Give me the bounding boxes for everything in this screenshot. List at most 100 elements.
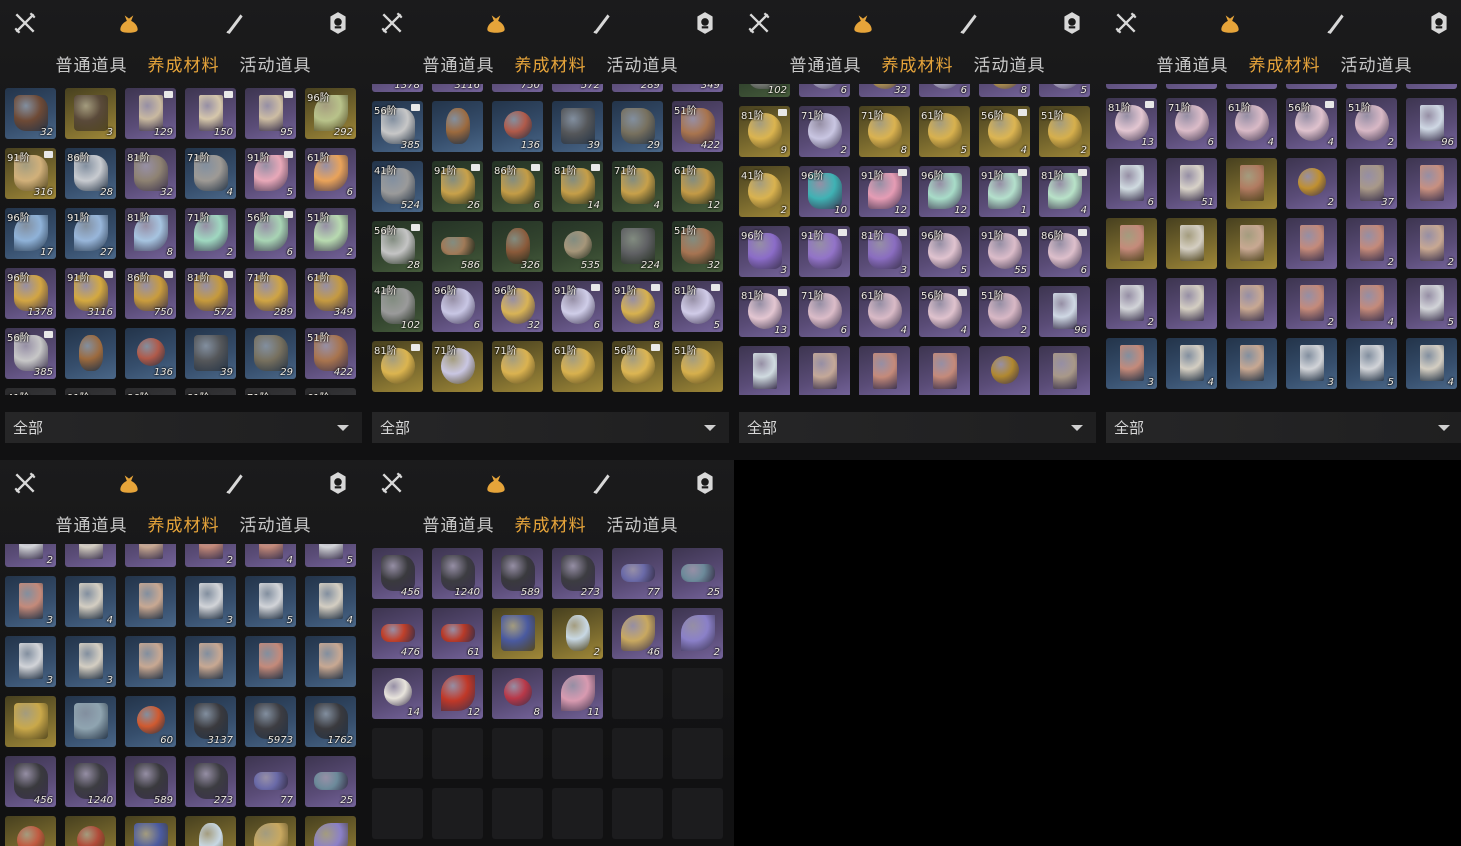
item-slot[interactable]: 41阶102	[372, 281, 423, 332]
item-slot[interactable]: 136	[492, 101, 543, 152]
item-slot[interactable]: 1762	[305, 696, 356, 747]
tab-0[interactable]: 普通道具	[56, 511, 128, 536]
item-slot[interactable]: 91阶6	[919, 84, 970, 97]
item-slot[interactable]: 3137	[185, 696, 236, 747]
item-slot[interactable]: 96阶 17	[5, 208, 56, 259]
item-slot[interactable]: 71阶	[432, 341, 483, 392]
badge-icon[interactable]	[690, 468, 720, 498]
item-slot[interactable]: 29	[245, 328, 296, 379]
item-slot[interactable]: 81阶 3	[859, 226, 910, 277]
item-slot[interactable]	[5, 696, 56, 747]
scroll-brush-icon[interactable]	[219, 8, 249, 38]
badge-icon[interactable]	[323, 8, 353, 38]
item-slot[interactable]: 273	[185, 756, 236, 807]
item-slot[interactable]: 41阶 2	[739, 166, 790, 217]
item-slot[interactable]: 96	[1406, 98, 1457, 149]
item-slot[interactable]	[185, 636, 236, 687]
item-slot[interactable]: 71阶 2	[185, 208, 236, 259]
item-slot[interactable]	[859, 346, 910, 395]
pouch-icon[interactable]	[481, 8, 511, 38]
filter-dropdown[interactable]: 全部	[739, 412, 1096, 443]
item-slot[interactable]: 91阶 5	[245, 148, 296, 199]
swords-icon[interactable]	[377, 8, 407, 38]
item-slot[interactable]: 81阶	[372, 341, 423, 392]
tab-2[interactable]: 活动道具	[974, 51, 1046, 76]
pouch-icon[interactable]	[481, 468, 511, 498]
item-slot[interactable]	[1106, 218, 1157, 269]
item-slot[interactable]: 60	[125, 696, 176, 747]
item-slot[interactable]: 71阶 4	[185, 148, 236, 199]
item-slot[interactable]: 37	[1346, 158, 1397, 209]
item-slot[interactable]	[245, 816, 296, 846]
item-slot[interactable]: 71阶 8	[859, 106, 910, 157]
item-slot[interactable]: 4	[245, 544, 296, 567]
item-slot[interactable]: 2	[552, 608, 603, 659]
scroll-brush-icon[interactable]	[1320, 8, 1350, 38]
item-slot[interactable]: 4	[1166, 338, 1217, 389]
tab-0[interactable]: 普通道具	[56, 51, 128, 76]
item-slot[interactable]	[125, 544, 176, 567]
tab-2[interactable]: 活动道具	[1341, 51, 1413, 76]
item-slot[interactable]: 1240	[432, 548, 483, 599]
item-slot[interactable]: 51	[1166, 158, 1217, 209]
item-slot[interactable]: 456	[372, 548, 423, 599]
item-slot[interactable]	[1286, 84, 1337, 89]
item-slot[interactable]: 3	[5, 576, 56, 627]
item-slot[interactable]: 56阶	[612, 341, 663, 392]
item-slot[interactable]: 77	[612, 548, 663, 599]
item-slot[interactable]: 86阶 6	[492, 161, 543, 212]
tab-0[interactable]: 普通道具	[423, 51, 495, 76]
item-slot[interactable]: 51阶 32	[672, 221, 723, 272]
item-slot[interactable]: 25	[672, 548, 723, 599]
item-slot[interactable]	[65, 696, 116, 747]
item-slot[interactable]	[919, 346, 970, 395]
item-slot[interactable]: 4	[305, 576, 356, 627]
item-slot[interactable]: 326	[492, 221, 543, 272]
item-slot[interactable]	[65, 816, 116, 846]
item-slot[interactable]: 589	[125, 756, 176, 807]
item-slot[interactable]: 1240	[65, 756, 116, 807]
item-slot[interactable]: 2	[5, 544, 56, 567]
item-slot[interactable]: 273	[552, 548, 603, 599]
item-slot[interactable]: 96阶 292	[305, 88, 356, 139]
item-slot[interactable]: 8	[492, 668, 543, 719]
item-slot[interactable]: 96阶6	[799, 84, 850, 97]
item-slot[interactable]: 224	[612, 221, 663, 272]
scroll-brush-icon[interactable]	[953, 8, 983, 38]
tab-1[interactable]: 养成材料	[515, 51, 587, 76]
tab-2[interactable]: 活动道具	[240, 51, 312, 76]
item-slot[interactable]: 91阶 316	[5, 148, 56, 199]
item-slot[interactable]: 61阶 6	[305, 148, 356, 199]
item-slot[interactable]: 2	[185, 544, 236, 567]
item-slot[interactable]: 2	[1286, 278, 1337, 329]
item-slot[interactable]: 81阶 8	[125, 208, 176, 259]
item-slot[interactable]: 86阶	[125, 388, 176, 395]
swords-icon[interactable]	[377, 468, 407, 498]
item-slot[interactable]: 5973	[245, 696, 296, 747]
item-slot[interactable]: 3116	[432, 84, 483, 92]
item-slot[interactable]: 86阶 28	[65, 148, 116, 199]
item-slot[interactable]: 3	[185, 576, 236, 627]
scroll-brush-icon[interactable]	[586, 468, 616, 498]
item-slot[interactable]: 41阶102	[739, 84, 790, 97]
item-slot[interactable]	[125, 816, 176, 846]
badge-icon[interactable]	[1057, 8, 1087, 38]
tab-2[interactable]: 活动道具	[240, 511, 312, 536]
item-slot[interactable]	[1226, 278, 1277, 329]
item-slot[interactable]: 2	[1406, 218, 1457, 269]
item-slot[interactable]: 46	[612, 608, 663, 659]
item-slot[interactable]: 61阶 349	[305, 268, 356, 319]
item-slot[interactable]	[1346, 84, 1397, 89]
item-slot[interactable]: 289	[612, 84, 663, 92]
item-slot[interactable]	[739, 346, 790, 395]
item-slot[interactable]: 476	[372, 608, 423, 659]
item-slot[interactable]: 4	[65, 576, 116, 627]
item-slot[interactable]: 56阶 28	[372, 221, 423, 272]
item-slot[interactable]: 71阶 289	[245, 268, 296, 319]
item-slot[interactable]: 81阶 572	[185, 268, 236, 319]
item-slot[interactable]: 91阶8	[979, 84, 1030, 97]
item-slot[interactable]: 1378	[372, 84, 423, 92]
item-slot[interactable]: 349	[672, 84, 723, 92]
item-slot[interactable]: 91阶 12	[859, 166, 910, 217]
item-slot[interactable]	[1166, 84, 1217, 89]
